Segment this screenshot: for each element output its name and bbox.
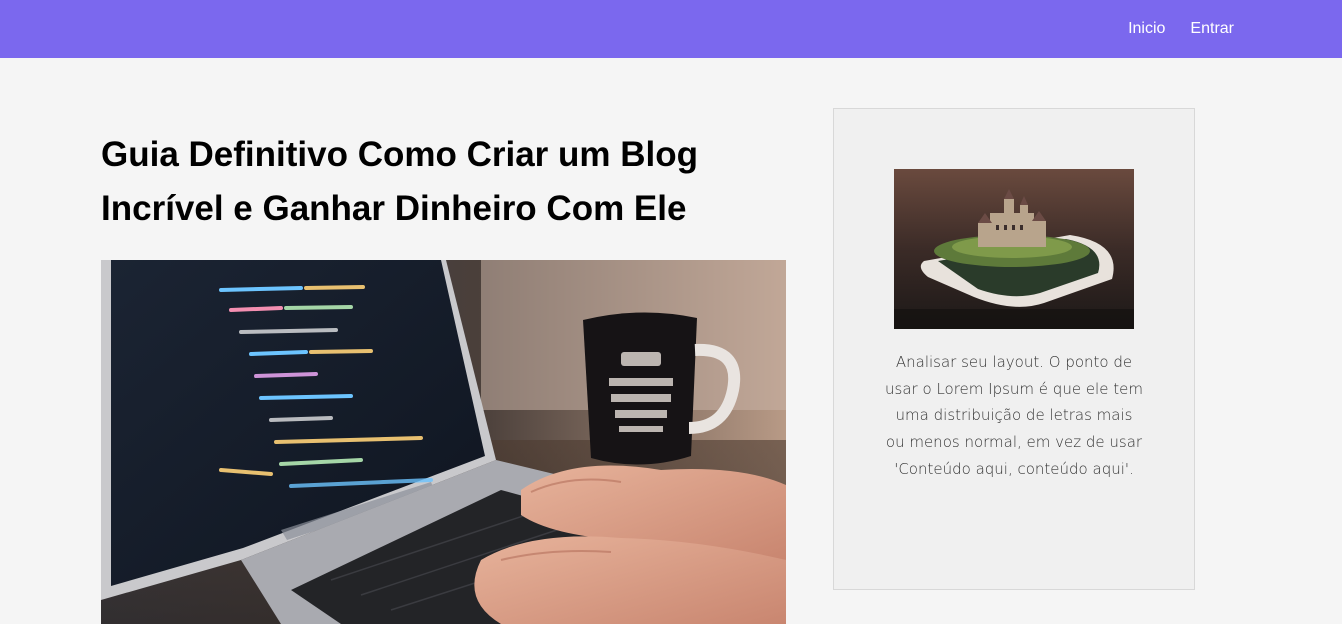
nav-link-inicio[interactable]: Inicio	[1128, 20, 1165, 38]
main-nav: Inicio Entrar	[1103, 0, 1234, 58]
laptop-coding-photo	[101, 260, 786, 624]
sidebar-card-image	[894, 169, 1134, 329]
article-hero-image	[101, 260, 786, 624]
article-title: Guia Definitivo Como Criar um Blog Incrí…	[101, 135, 698, 228]
nav-link-entrar[interactable]: Entrar	[1190, 20, 1234, 38]
smartphone-castle-photo	[894, 169, 1134, 329]
top-navbar: Inicio Entrar	[0, 0, 1342, 58]
sidebar-card-text: Analisar seu layout. O ponto de usar o L…	[885, 353, 1143, 478]
sidebar-card: Analisar seu layout. O ponto de usar o L…	[833, 108, 1195, 590]
